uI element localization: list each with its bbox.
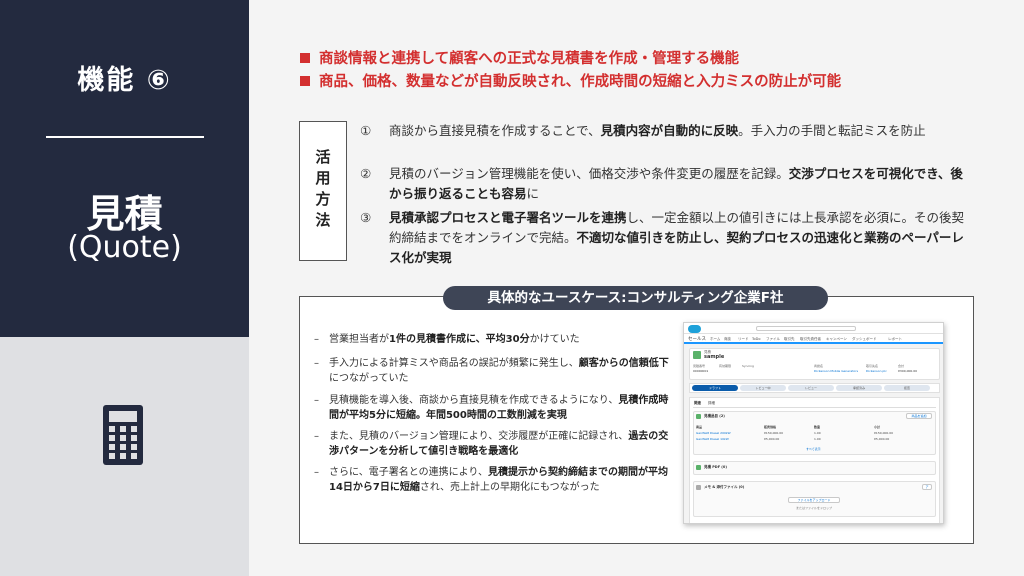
field-value: ¥300,000.00	[898, 369, 918, 373]
quote-pdf-card	[693, 461, 936, 475]
card-title: 見積品目 (2)	[704, 414, 725, 418]
line-items-icon	[696, 414, 701, 419]
add-product-button[interactable]: 商品を追加	[906, 413, 932, 419]
calculator-icon	[103, 405, 143, 465]
table-cell: 1.00	[814, 431, 821, 435]
quote-record-icon	[693, 351, 701, 359]
usage-number: ①	[360, 123, 372, 138]
salesforce-quote-screenshot: セールス ホーム 商談 リード ToDo ファイル 取引先 取引先責任者 キャン…	[683, 322, 944, 524]
field-label: 取引先名	[866, 364, 879, 368]
drop-hint: またはファイルをドロップ	[796, 506, 833, 510]
search-input[interactable]	[756, 326, 856, 331]
table-cell: ¥5,000.00	[764, 437, 780, 441]
tab-related[interactable]: 関連	[694, 401, 701, 406]
sidebar-divider	[46, 136, 204, 138]
card-title: 見積 PDF (0)	[704, 465, 727, 469]
usage-number: ③	[360, 210, 372, 225]
nav-item[interactable]: キャンペーン	[826, 337, 847, 342]
table-cell: 1.00	[814, 437, 821, 441]
field-value: 00000001	[693, 369, 709, 373]
path-step[interactable]: レビュー	[788, 385, 834, 391]
field-value[interactable]: Dickenson Mobile Generators	[814, 369, 858, 373]
nav-item[interactable]: ファイル	[766, 337, 780, 342]
headline-text: 商品、価格、数量などが自動反映され、作成時間の短縮と入力ミスの防止が可能	[319, 74, 842, 90]
nav-item[interactable]: 商談	[724, 337, 731, 342]
field-value[interactable]: Dickenson plc	[866, 369, 887, 373]
table-cell: ¥150,000.00	[874, 431, 894, 435]
app-name: セールス	[688, 337, 706, 342]
usage-item-1: ① 商談から直接見積を作成することで、見積内容が自動的に反映。手入力の手間と転記…	[360, 121, 970, 161]
path-step[interactable]: レビュー中	[740, 385, 786, 391]
cloud-logo-icon	[688, 325, 701, 333]
headline-1: 商談情報と連携して顧客への正式な見積書を作成・管理する機能	[300, 47, 739, 68]
usage-text: 見積承認プロセスと電子署名ツールを連携し、一定金額以上の値引きには上長承認を必須…	[389, 210, 965, 265]
path-step[interactable]: 拒否	[884, 385, 930, 391]
table-cell[interactable]: GenWatt Diesel 10kW	[696, 437, 729, 441]
nav-item[interactable]: リード	[738, 337, 749, 342]
tab-divider	[693, 407, 936, 408]
field-label: Syncing	[742, 364, 754, 368]
nav-item[interactable]: 取引先責任者	[800, 337, 821, 342]
usage-number: ②	[360, 166, 372, 181]
table-header: 商品	[696, 425, 703, 429]
table-cell: ¥150,000.00	[764, 431, 784, 435]
nav-item[interactable]: ホーム	[710, 337, 720, 342]
record-name: sample	[704, 354, 725, 360]
square-bullet-icon	[300, 75, 310, 86]
usage-item-3: ③ 見積承認プロセスと電子署名ツールを連携し、一定金額以上の値引きには上長承認を…	[360, 208, 970, 268]
nav-item[interactable]: レポート	[888, 337, 902, 342]
headline-text: 商談情報と連携して顧客への正式な見積書を作成・管理する機能	[319, 51, 740, 67]
table-header: 数量	[814, 425, 821, 429]
feature-subtitle: (Quote)	[67, 230, 182, 265]
path-step[interactable]: 承認済み	[836, 385, 882, 391]
feature-number-label: 機能 ⑥	[77, 65, 172, 96]
headline-2: 商品、価格、数量などが自動反映され、作成時間の短縮と入力ミスの防止が可能	[300, 70, 841, 91]
usage-text: 見積のバージョン管理機能を使い、価格交渉や条件変更の履歴を記録。交渉プロセスを可…	[389, 166, 963, 201]
nav-item[interactable]: 取引先	[784, 337, 795, 342]
nav-item[interactable]: ToDo	[752, 337, 761, 341]
field-label: 見積番号	[693, 364, 706, 368]
table-cell[interactable]: GenWatt Diesel 200kW	[696, 431, 731, 435]
table-cell: ¥5,000.00	[874, 437, 890, 441]
usage-text: 商談から直接見積を作成することで、見積内容が自動的に反映。手入力の手間と転記ミス…	[389, 123, 926, 138]
upload-file-button[interactable]: ファイルをアップロード	[788, 497, 840, 503]
tab-details[interactable]: 詳細	[708, 401, 715, 406]
usage-item-2: ② 見積のバージョン管理機能を使い、価格交渉や条件変更の履歴を記録。交渉プロセス…	[360, 164, 970, 204]
sidebar-panel	[0, 0, 249, 337]
attachment-icon	[696, 485, 701, 490]
field-label: 商談名	[814, 364, 824, 368]
square-bullet-icon	[300, 52, 310, 63]
card-title: メモ & 添付ファイル (0)	[704, 485, 745, 489]
path-step[interactable]: ドラフト	[692, 385, 738, 391]
table-header: 販売価格	[764, 425, 777, 429]
field-label: 合計	[898, 364, 905, 368]
table-header: 小計	[874, 425, 881, 429]
usage-label-box: 活用方法	[299, 121, 347, 261]
nav-item[interactable]: ダッシュボード	[852, 337, 877, 342]
upload-files-button[interactable]: ア	[922, 484, 932, 490]
pdf-icon	[696, 465, 701, 470]
usage-label: 活用方法	[313, 149, 332, 233]
use-case-title: 具体的なユースケース:コンサルティング企業F社	[443, 286, 828, 310]
view-all-link[interactable]: すべて表示	[806, 447, 821, 451]
field-label: 有効期限	[719, 364, 732, 368]
